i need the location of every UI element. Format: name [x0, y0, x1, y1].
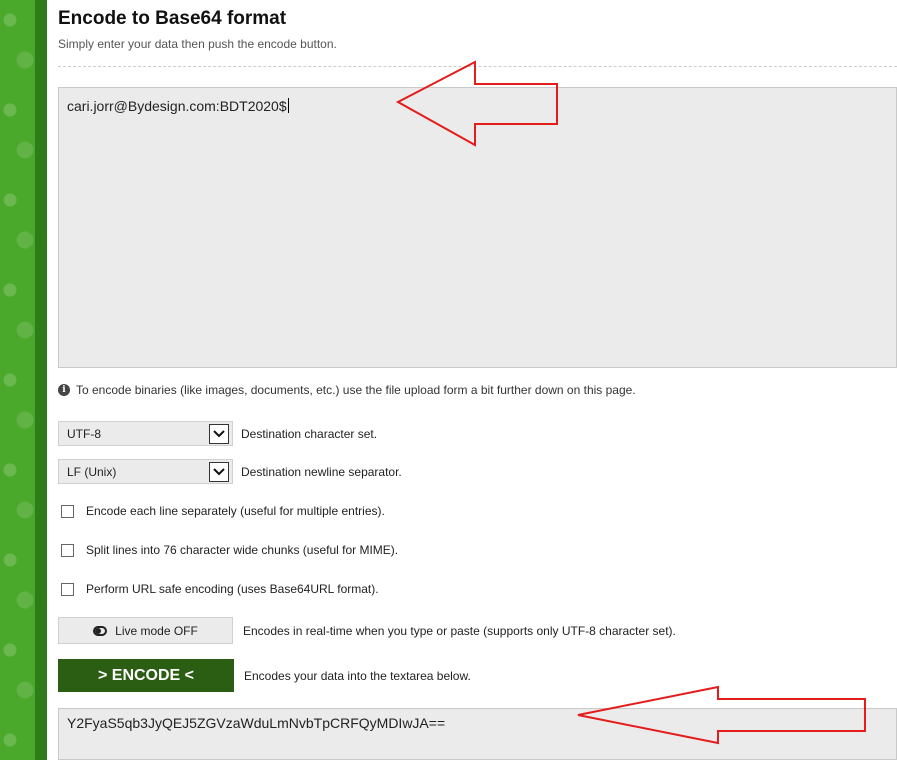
charset-select[interactable]: UTF-8: [58, 421, 233, 446]
encode-button[interactable]: > ENCODE <: [58, 659, 234, 692]
toggle-icon: [93, 625, 108, 636]
newline-select[interactable]: LF (Unix): [58, 459, 233, 484]
live-mode-row: Live mode OFF Encodes in real-time when …: [58, 617, 676, 644]
charset-row: UTF-8 Destination character set.: [58, 421, 377, 446]
each-line-label: Encode each line separately (useful for …: [86, 504, 385, 518]
decorative-side-pattern: [0, 0, 35, 760]
newline-value: LF (Unix): [67, 464, 117, 479]
page-subtitle: Simply enter your data then push the enc…: [58, 37, 337, 51]
encode-description: Encodes your data into the textarea belo…: [244, 668, 471, 683]
output-textarea[interactable]: Y2FyaS5qb3JyQEJ5ZGVzaWduLmNvbTpCRFQyMDIw…: [58, 708, 897, 760]
newline-row: LF (Unix) Destination newline separator.: [58, 459, 402, 484]
encode-row: > ENCODE < Encodes your data into the te…: [58, 659, 471, 692]
url-safe-label: Perform URL safe encoding (uses Base64UR…: [86, 582, 379, 596]
binary-hint-text: To encode binaries (like images, documen…: [76, 383, 636, 397]
url-safe-checkbox[interactable]: [61, 582, 74, 596]
url-safe-row: Perform URL safe encoding (uses Base64UR…: [58, 582, 379, 596]
split-lines-checkbox[interactable]: [61, 543, 74, 557]
charset-label: Destination character set.: [241, 426, 378, 441]
live-mode-button[interactable]: Live mode OFF: [58, 617, 233, 644]
decorative-side-bar: [35, 0, 47, 760]
encoder-panel: Encode to Base64 format Simply enter you…: [58, 0, 897, 760]
split-lines-row: Split lines into 76 character wide chunk…: [58, 543, 398, 557]
live-mode-description: Encodes in real-time when you type or pa…: [243, 623, 676, 638]
input-text: cari.jorr@Bydesign.com:BDT2020$: [67, 98, 287, 114]
text-caret: [287, 98, 289, 113]
binary-hint: i To encode binaries (like images, docum…: [58, 383, 636, 397]
page-title: Encode to Base64 format: [58, 8, 287, 29]
live-mode-label: Live mode OFF: [115, 623, 198, 638]
input-textarea[interactable]: cari.jorr@Bydesign.com:BDT2020$: [58, 87, 897, 368]
newline-label: Destination newline separator.: [241, 464, 402, 479]
each-line-row: Encode each line separately (useful for …: [58, 504, 385, 518]
info-icon: i: [58, 384, 70, 396]
charset-value: UTF-8: [67, 426, 101, 441]
chevron-down-icon[interactable]: [209, 461, 229, 482]
divider: [58, 66, 897, 67]
output-text: Y2FyaS5qb3JyQEJ5ZGVzaWduLmNvbTpCRFQyMDIw…: [67, 715, 446, 731]
split-lines-label: Split lines into 76 character wide chunk…: [86, 543, 399, 557]
each-line-checkbox[interactable]: [61, 504, 74, 518]
chevron-down-icon[interactable]: [209, 423, 229, 444]
